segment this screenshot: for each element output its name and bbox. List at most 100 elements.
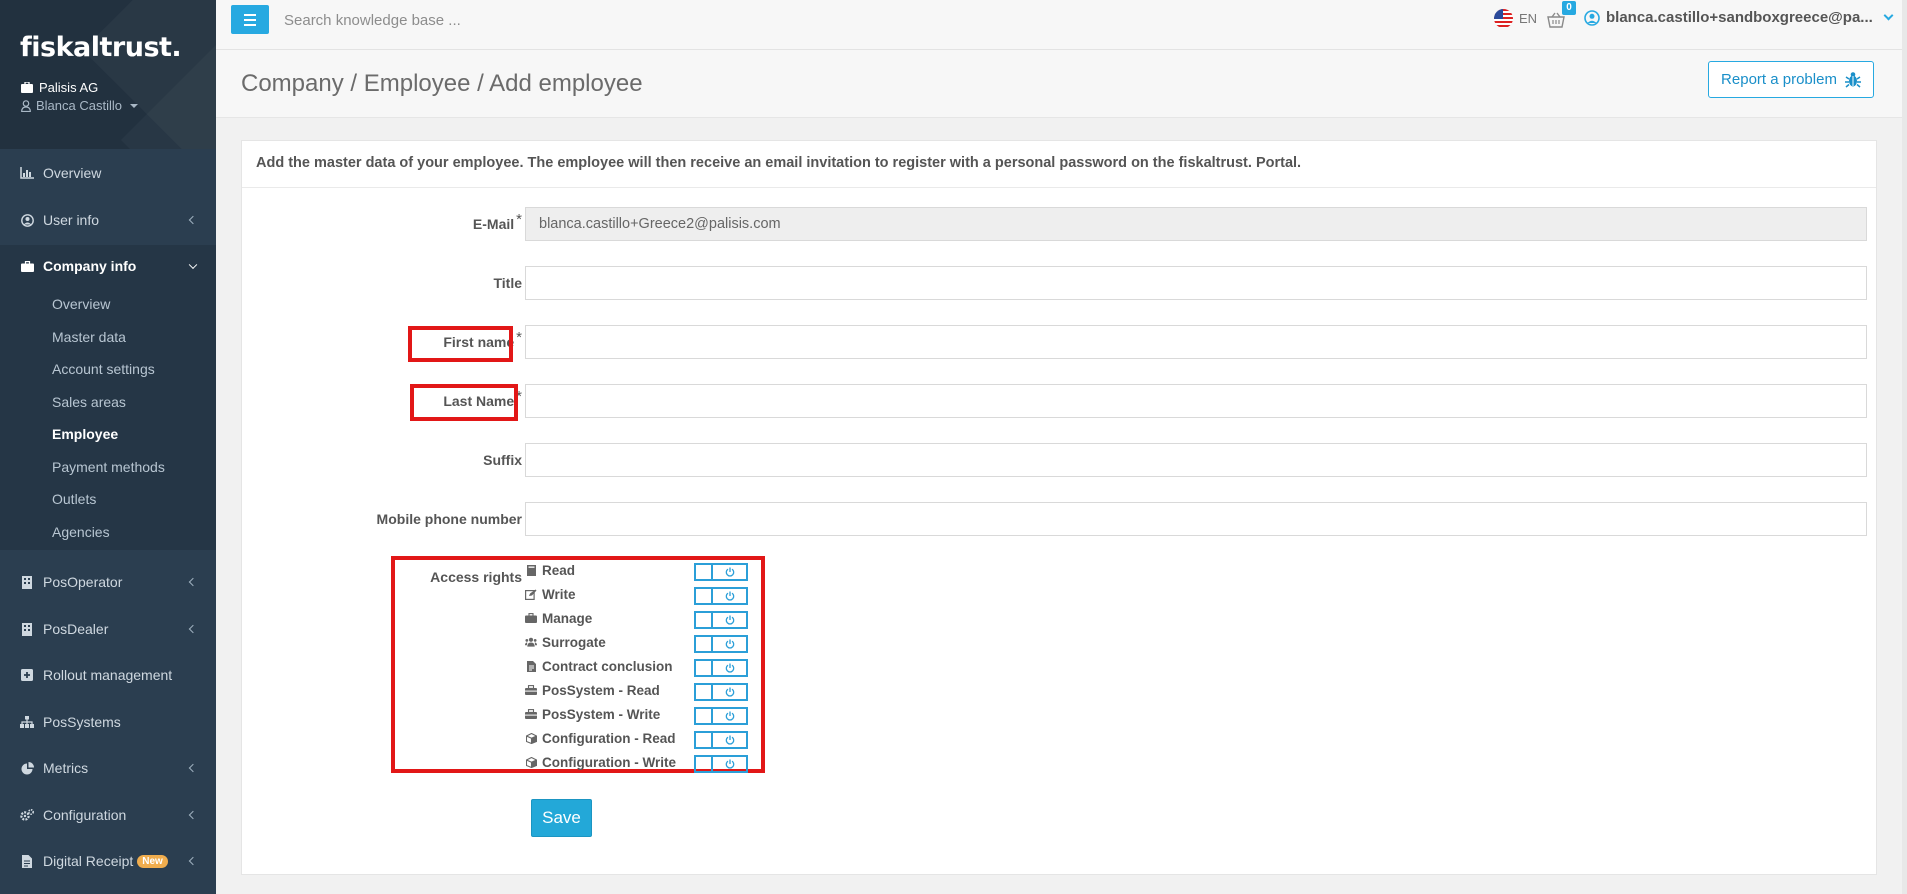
chevron-left-icon bbox=[188, 577, 198, 587]
first-name-highlight bbox=[408, 326, 513, 362]
access-right-contract-conclusion: Contract conclusion bbox=[525, 656, 673, 676]
access-right-configuration-write: Configuration - Write bbox=[525, 752, 676, 772]
menu-toggle-button[interactable] bbox=[231, 5, 269, 34]
sidebar-subitem-outlets[interactable]: Outlets bbox=[52, 491, 96, 507]
title-field[interactable] bbox=[525, 266, 1867, 300]
last-name-field[interactable] bbox=[525, 384, 1867, 418]
sidebar-subitem-payment-methods[interactable]: Payment methods bbox=[52, 459, 165, 475]
cube-icon bbox=[525, 756, 537, 768]
new-badge: New bbox=[137, 854, 168, 868]
power-icon bbox=[725, 735, 734, 745]
search-input[interactable] bbox=[284, 8, 604, 32]
sidebar-item-metrics[interactable]: Metrics bbox=[0, 748, 216, 788]
chevron-left-icon bbox=[188, 856, 198, 866]
sidebar-item-overview[interactable]: Overview bbox=[0, 153, 216, 193]
configuration-write-toggle[interactable] bbox=[694, 755, 748, 773]
sidebar-item-user-info[interactable]: User info bbox=[0, 200, 216, 240]
sidebar-item-possystems[interactable]: PosSystems bbox=[0, 702, 216, 742]
sidebar-subitem-overview[interactable]: Overview bbox=[52, 296, 110, 312]
cart-count-badge: 0 bbox=[1562, 1, 1576, 15]
first-name-field[interactable] bbox=[525, 325, 1867, 359]
caret-down-icon bbox=[130, 103, 138, 108]
sidebar-subitem-employee[interactable]: Employee bbox=[52, 426, 118, 442]
briefcase-icon bbox=[21, 82, 33, 93]
sidebar-subitem-agencies[interactable]: Agencies bbox=[52, 524, 110, 540]
surrogate-toggle[interactable] bbox=[694, 635, 748, 653]
manage-toggle[interactable] bbox=[694, 611, 748, 629]
page-scrollbar[interactable] bbox=[1902, 0, 1907, 894]
file-text-icon bbox=[525, 660, 537, 672]
save-button[interactable]: Save bbox=[531, 799, 592, 837]
sidebar: fiskaltrust. Palisis AG Blanca Castillo … bbox=[0, 0, 216, 894]
breadcrumb: Company / Employee / Add employee bbox=[241, 70, 643, 97]
sidebar-item-rollout-management[interactable]: Rollout management bbox=[0, 655, 216, 695]
language-selector[interactable]: EN bbox=[1494, 9, 1537, 28]
configuration-read-toggle[interactable] bbox=[694, 731, 748, 749]
user-circle-icon bbox=[1584, 9, 1600, 26]
user-menu[interactable]: Blanca Castillo bbox=[21, 98, 138, 113]
suffix-field[interactable] bbox=[525, 443, 1867, 477]
building-icon bbox=[20, 575, 34, 589]
chevron-left-icon bbox=[188, 215, 198, 225]
edit-icon bbox=[525, 588, 537, 600]
power-icon bbox=[725, 567, 734, 577]
email-field[interactable] bbox=[525, 207, 1867, 241]
sidebar-item-configuration[interactable]: Configuration bbox=[0, 795, 216, 835]
suffix-label: Suffix bbox=[483, 452, 522, 468]
mobile-phone-field[interactable] bbox=[525, 502, 1867, 536]
employee-form-panel: Add the master data of your employee. Th… bbox=[241, 140, 1877, 875]
power-icon bbox=[725, 639, 734, 649]
power-icon bbox=[725, 711, 734, 721]
access-right-surrogate: Surrogate bbox=[525, 632, 606, 652]
title-label: Title bbox=[493, 275, 522, 291]
power-icon bbox=[725, 663, 734, 673]
sidebar-subitem-account-settings[interactable]: Account settings bbox=[52, 361, 155, 377]
sidebar-item-posoperator[interactable]: PosOperator bbox=[0, 562, 216, 602]
report-problem-button[interactable]: Report a problem bbox=[1708, 61, 1874, 98]
book-icon bbox=[525, 564, 537, 576]
hamburger-icon bbox=[244, 13, 256, 16]
power-icon bbox=[725, 687, 734, 697]
access-right-manage: Manage bbox=[525, 608, 592, 628]
possystem-write-toggle[interactable] bbox=[694, 707, 748, 725]
toolbox-icon bbox=[525, 684, 537, 696]
cube-icon bbox=[525, 732, 537, 744]
access-right-possystem-write: PosSystem - Write bbox=[525, 704, 660, 724]
power-icon bbox=[725, 759, 734, 769]
access-right-configuration-read: Configuration - Read bbox=[525, 728, 676, 748]
us-flag-icon bbox=[1494, 9, 1513, 28]
last-name-highlight bbox=[410, 384, 518, 421]
bar-chart-icon bbox=[20, 167, 34, 179]
access-right-possystem-read: PosSystem - Read bbox=[525, 680, 660, 700]
user-icon bbox=[21, 99, 31, 112]
chevron-down-icon bbox=[1883, 10, 1894, 21]
possystem-read-toggle[interactable] bbox=[694, 683, 748, 701]
mobile-phone-label: Mobile phone number bbox=[376, 511, 522, 527]
users-icon bbox=[525, 636, 537, 648]
sidebar-item-posdealer[interactable]: PosDealer bbox=[0, 609, 216, 649]
building-icon bbox=[20, 622, 34, 636]
chevron-left-icon bbox=[188, 810, 198, 820]
power-icon bbox=[725, 615, 734, 625]
sidebar-subitem-sales-areas[interactable]: Sales areas bbox=[52, 394, 126, 410]
form-intro-text: Add the master data of your employee. Th… bbox=[242, 141, 1876, 188]
sidebar-subitem-master-data[interactable]: Master data bbox=[52, 329, 126, 345]
access-right-write: Write bbox=[525, 584, 576, 604]
contract-conclusion-toggle[interactable] bbox=[694, 659, 748, 677]
briefcase-icon bbox=[525, 612, 537, 624]
topbar: EN 0 blanca.castillo+sandboxgreece@pa... bbox=[216, 0, 1907, 50]
account-menu[interactable]: blanca.castillo+sandboxgreece@pa... bbox=[1584, 9, 1894, 26]
email-label: E-Mail * bbox=[472, 211, 522, 232]
write-toggle[interactable] bbox=[694, 587, 748, 605]
page-header: Company / Employee / Add employee Report… bbox=[216, 50, 1907, 118]
toolbox-icon bbox=[525, 708, 537, 720]
read-toggle[interactable] bbox=[694, 563, 748, 581]
sidebar-item-company-info[interactable]: Company info bbox=[0, 246, 216, 286]
logo: fiskaltrust. bbox=[20, 32, 182, 63]
briefcase-icon bbox=[20, 260, 34, 272]
plus-square-icon bbox=[20, 669, 34, 681]
power-icon bbox=[725, 591, 734, 601]
chevron-left-icon bbox=[188, 763, 198, 773]
bug-icon bbox=[1844, 72, 1861, 88]
sidebar-item-digital-receipt[interactable]: Digital Receipt New bbox=[0, 841, 216, 881]
